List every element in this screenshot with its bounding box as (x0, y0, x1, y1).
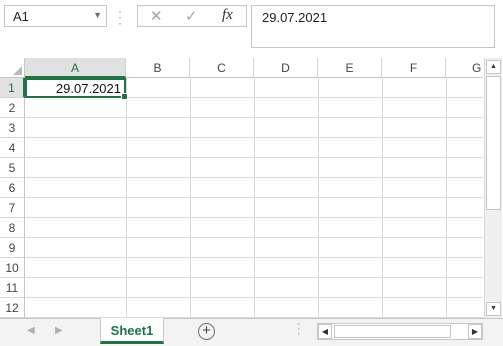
chevron-down-icon[interactable]: ▼ (93, 10, 102, 20)
gridline (25, 177, 483, 178)
column-header-f[interactable]: F (382, 58, 446, 78)
cell-a1-value: 29.07.2021 (55, 81, 121, 96)
worksheet-grid[interactable]: A B C D E F G 1 2 3 4 5 6 7 8 9 10 11 12… (0, 58, 483, 318)
cancel-icon[interactable]: ✕ (150, 7, 163, 25)
formula-bar-value: 29.07.2021 (262, 10, 328, 25)
select-all-button[interactable] (0, 58, 25, 78)
plus-icon: + (202, 322, 211, 339)
gridline (382, 78, 383, 318)
row-header-8[interactable]: 8 (0, 218, 25, 238)
gridline (25, 217, 483, 218)
gridline (126, 78, 127, 318)
cell-a1[interactable]: 29.07.2021 (25, 78, 128, 100)
row-header-9[interactable]: 9 (0, 238, 25, 258)
scroll-left-icon[interactable]: ◀ (318, 324, 332, 339)
row-header-11[interactable]: 11 (0, 278, 25, 298)
column-header-a[interactable]: A (25, 58, 126, 78)
sheet-tab-sheet1[interactable]: Sheet1 (100, 318, 164, 344)
scroll-up-icon[interactable]: ▲ (486, 60, 501, 74)
row-header-4[interactable]: 4 (0, 138, 25, 158)
gridline (25, 237, 483, 238)
name-box-value: A1 (13, 9, 29, 24)
row-header-6[interactable]: 6 (0, 178, 25, 198)
previous-sheet-icon[interactable]: ◀ (27, 325, 35, 336)
row-header-5[interactable]: 5 (0, 158, 25, 178)
gridline (25, 257, 483, 258)
column-header-e[interactable]: E (318, 58, 382, 78)
scroll-down-icon[interactable]: ▼ (486, 302, 501, 316)
gridline (25, 117, 483, 118)
insert-function-icon[interactable]: fx (222, 7, 233, 24)
resize-handle-icon[interactable]: · · · (118, 5, 122, 29)
gridline (25, 157, 483, 158)
next-sheet-icon[interactable]: ▶ (55, 325, 63, 336)
horizontal-scroll-thumb[interactable] (334, 325, 451, 338)
row-header-2[interactable]: 2 (0, 98, 25, 118)
tab-split-handle-icon[interactable]: · · · (297, 319, 301, 340)
column-header-c[interactable]: C (190, 58, 254, 78)
row-header-12[interactable]: 12 (0, 298, 25, 318)
add-sheet-button[interactable]: + (198, 322, 215, 340)
formula-buttons: ✕ ✓ fx (137, 5, 247, 27)
gridline (25, 197, 483, 198)
formula-bar[interactable]: 29.07.2021 (251, 5, 495, 48)
select-all-icon (13, 66, 22, 75)
column-header-g[interactable]: G (446, 58, 483, 78)
gridline (254, 78, 255, 318)
gridline (25, 277, 483, 278)
gridline (25, 137, 483, 138)
enter-icon[interactable]: ✓ (185, 7, 198, 25)
vertical-scrollbar[interactable]: ▲ ▼ (484, 58, 502, 318)
name-box[interactable]: A1 ▼ (4, 5, 107, 27)
column-header-b[interactable]: B (126, 58, 190, 78)
row-header-1[interactable]: 1 (0, 78, 25, 98)
sheet-tab-label: Sheet1 (110, 323, 154, 338)
horizontal-scrollbar[interactable]: ◀ ▶ (317, 323, 483, 340)
row-header-7[interactable]: 7 (0, 198, 25, 218)
gridline (446, 78, 447, 318)
row-header-3[interactable]: 3 (0, 118, 25, 138)
fill-handle[interactable] (121, 93, 128, 100)
row-header-10[interactable]: 10 (0, 258, 25, 278)
gridline (25, 297, 483, 298)
vertical-scroll-thumb[interactable] (486, 76, 501, 210)
column-header-d[interactable]: D (254, 58, 318, 78)
scroll-right-icon[interactable]: ▶ (468, 324, 482, 339)
gridline (318, 78, 319, 318)
gridline (190, 78, 191, 318)
